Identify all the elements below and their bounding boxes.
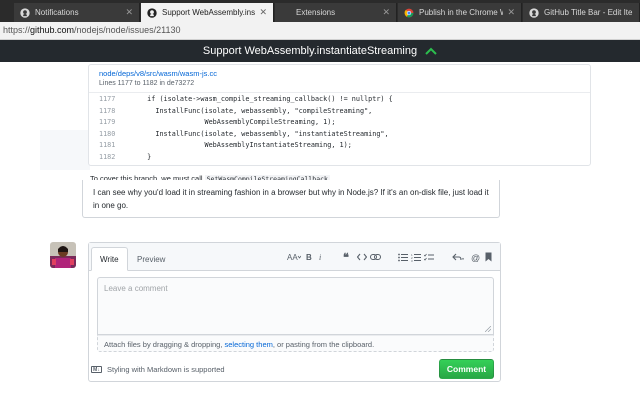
comment-tabs-row: Write Preview AA B i ❝ 123 @ bbox=[89, 243, 500, 271]
attach-text-before: Attach files by dragging & dropping, bbox=[104, 340, 225, 349]
close-icon[interactable]: ✕ bbox=[259, 7, 267, 18]
new-comment-form: Write Preview AA B i ❝ 123 @ Leave a com… bbox=[88, 242, 501, 382]
code-body: 1177 if (isolate->wasm_compile_streaming… bbox=[89, 93, 590, 164]
chevron-up-icon[interactable] bbox=[425, 47, 437, 55]
line-range-label: Lines 1177 to 1182 in bbox=[99, 80, 165, 87]
code-line: WebAssemblyCompileStreaming, 1); bbox=[139, 118, 336, 126]
unordered-list-icon[interactable] bbox=[398, 251, 408, 263]
line-number[interactable]: 1178 bbox=[99, 107, 129, 115]
code-line: InstallFunc(isolate, webassembly, "insta… bbox=[139, 129, 389, 138]
code-line: if (isolate->wasm_compile_streaming_call… bbox=[139, 95, 393, 103]
line-number[interactable]: 1182 bbox=[99, 153, 129, 161]
svg-text:B: B bbox=[306, 253, 312, 262]
markdown-note-text: Styling with Markdown is supported bbox=[107, 365, 225, 374]
bookmark-icon[interactable] bbox=[484, 251, 492, 263]
code-row: 1177 if (isolate->wasm_compile_streaming… bbox=[89, 95, 590, 107]
faded-avatar-placeholder bbox=[40, 130, 90, 170]
code-icon[interactable] bbox=[357, 251, 367, 263]
code-row: 1180 InstallFunc(isolate, webassembly, "… bbox=[89, 130, 590, 142]
file-path-link[interactable]: node/deps/v8/src/wasm/wasm-js.cc bbox=[99, 69, 580, 78]
comment-text: I can see why you'd load it in streaming… bbox=[93, 188, 489, 210]
code-line: WebAssemblyInstantiateStreaming, 1); bbox=[139, 141, 352, 149]
code-row: 1181 WebAssemblyInstantiateStreaming, 1)… bbox=[89, 141, 590, 153]
line-range: Lines 1177 to 1182 in de73272 bbox=[99, 80, 580, 87]
task-list-icon[interactable] bbox=[424, 251, 434, 263]
chrome-web-store-icon bbox=[404, 8, 414, 18]
commit-sha[interactable]: de73272 bbox=[167, 80, 194, 87]
browser-tab-title: Extensions bbox=[296, 8, 336, 17]
github-icon bbox=[147, 7, 157, 18]
github-icon bbox=[20, 7, 30, 18]
close-icon[interactable]: ✕ bbox=[382, 7, 390, 18]
attach-files-text: Attach files by dragging & dropping, sel… bbox=[104, 340, 374, 349]
code-row: 1182 } bbox=[89, 153, 590, 165]
line-number[interactable]: 1180 bbox=[99, 130, 129, 138]
comment-button[interactable]: Comment bbox=[439, 359, 494, 379]
bold-icon[interactable]: B bbox=[305, 251, 314, 263]
browser-tab-title: Publish in the Chrome Web bbox=[419, 8, 503, 17]
reply-icon[interactable] bbox=[452, 251, 464, 263]
comment-textarea[interactable]: Leave a comment bbox=[97, 277, 494, 335]
attach-files-bar[interactable]: Attach files by dragging & dropping, sel… bbox=[97, 335, 494, 352]
browser-tab-extensions[interactable]: Extensions ✕ bbox=[275, 3, 397, 22]
italic-icon[interactable]: i bbox=[317, 251, 326, 263]
line-number[interactable]: 1177 bbox=[99, 95, 129, 103]
browser-tab-title: Notifications bbox=[35, 8, 79, 17]
browser-tab-chrome-web-store[interactable]: Publish in the Chrome Web ✕ bbox=[398, 3, 522, 22]
line-number[interactable]: 1181 bbox=[99, 141, 129, 149]
close-icon[interactable]: ✕ bbox=[125, 7, 133, 18]
avatar[interactable] bbox=[50, 242, 76, 268]
comment-body: I can see why you'd load it in streaming… bbox=[82, 180, 500, 218]
svg-text:@: @ bbox=[471, 253, 480, 262]
extensions-tab-icon bbox=[281, 8, 291, 18]
link-icon[interactable] bbox=[370, 251, 381, 263]
text-size-icon[interactable]: AA bbox=[287, 251, 301, 263]
code-snippet-header: node/deps/v8/src/wasm/wasm-js.cc Lines 1… bbox=[89, 65, 590, 93]
code-line: InstallFunc(isolate, webassembly, "compi… bbox=[139, 106, 373, 115]
github-title-bar: Support WebAssembly.instantiateStreaming bbox=[0, 40, 640, 62]
code-row: 1179 WebAssemblyCompileStreaming, 1); bbox=[89, 118, 590, 130]
code-row: 1178 InstallFunc(isolate, webassembly, "… bbox=[89, 107, 590, 119]
ordered-list-icon[interactable]: 123 bbox=[411, 251, 421, 263]
browser-tab-active[interactable]: Support WebAssembly.ins ✕ bbox=[141, 3, 274, 22]
svg-text:❝: ❝ bbox=[343, 252, 349, 262]
github-icon bbox=[529, 7, 539, 18]
mention-icon[interactable]: @ bbox=[471, 251, 480, 263]
browser-tab-github-title-bar[interactable]: GitHub Title Bar - Edit Item bbox=[523, 3, 640, 22]
markdown-icon: M↓ bbox=[91, 366, 102, 373]
quote-icon[interactable]: ❝ bbox=[343, 251, 353, 263]
url-prefix: https:// bbox=[3, 25, 31, 35]
url-path: /nodejs/node/issues/21130 bbox=[74, 25, 181, 35]
browser-tab-notifications[interactable]: Notifications ✕ bbox=[14, 3, 140, 22]
browser-tab-strip: Notifications ✕ Support WebAssembly.ins … bbox=[0, 0, 640, 22]
tab-write[interactable]: Write bbox=[91, 247, 128, 271]
line-number[interactable]: 1179 bbox=[99, 118, 129, 126]
markdown-note[interactable]: M↓ Styling with Markdown is supported bbox=[91, 365, 225, 374]
attach-text-after: , or pasting from the clipboard. bbox=[272, 340, 375, 349]
svg-text:i: i bbox=[319, 253, 321, 262]
browser-tab-title: Support WebAssembly.ins bbox=[162, 8, 256, 17]
select-files-link[interactable]: selecting them bbox=[225, 340, 273, 349]
address-bar[interactable]: https://github.com/nodejs/node/issues/21… bbox=[0, 22, 640, 40]
resize-grip-icon[interactable] bbox=[485, 326, 491, 332]
code-line: } bbox=[139, 152, 152, 161]
svg-text:3: 3 bbox=[411, 259, 413, 262]
url-text[interactable]: https://github.com/nodejs/node/issues/21… bbox=[3, 25, 180, 35]
code-snippet-card: node/deps/v8/src/wasm/wasm-js.cc Lines 1… bbox=[88, 64, 591, 166]
issue-title: Support WebAssembly.instantiateStreaming bbox=[202, 45, 418, 57]
browser-tab-title: GitHub Title Bar - Edit Item bbox=[544, 8, 633, 17]
url-host: github.com bbox=[30, 25, 75, 35]
comment-placeholder: Leave a comment bbox=[104, 284, 168, 293]
tab-preview[interactable]: Preview bbox=[129, 247, 173, 271]
svg-text:AA: AA bbox=[287, 253, 298, 262]
close-icon[interactable]: ✕ bbox=[507, 7, 515, 18]
